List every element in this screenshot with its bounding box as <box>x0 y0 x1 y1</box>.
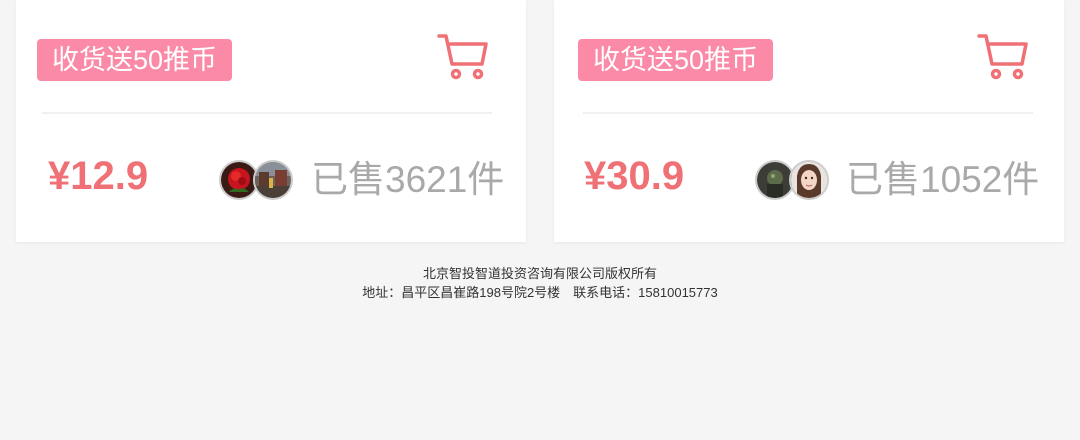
buyer-avatars <box>755 160 835 204</box>
divider <box>583 112 1033 114</box>
product-list-page: 收货送50推币 ¥12.9 已售3621件 收货送50推币 ¥30.9 已售10… <box>0 0 1080 440</box>
buyer-avatars <box>219 160 299 204</box>
page-footer: 北京智投智道投资咨询有限公司版权所有 地址：昌平区昌崔路198号院2号楼 联系电… <box>0 264 1080 302</box>
price: ¥12.9 <box>48 154 149 198</box>
shopping-cart-icon[interactable] <box>436 30 490 84</box>
price: ¥30.9 <box>584 154 685 198</box>
product-card[interactable]: 收货送50推币 ¥12.9 已售3621件 <box>16 0 526 242</box>
sold-count: 已售1052件 <box>846 159 1040 200</box>
shopping-cart-icon[interactable] <box>976 30 1030 84</box>
sold-count: 已售3621件 <box>311 159 505 200</box>
product-card[interactable]: 收货送50推币 ¥30.9 已售1052件 <box>554 0 1064 242</box>
reward-badge: 收货送50推币 <box>37 39 233 81</box>
street-avatar <box>253 160 293 200</box>
copyright-text: 北京智投智道投资咨询有限公司版权所有 <box>422 266 657 281</box>
divider <box>42 112 492 114</box>
address-contact-text: 地址：昌平区昌崔路198号院2号楼 联系电话：15810015773 <box>362 285 718 300</box>
reward-badge: 收货送50推币 <box>578 39 774 81</box>
girl-avatar <box>789 160 829 200</box>
